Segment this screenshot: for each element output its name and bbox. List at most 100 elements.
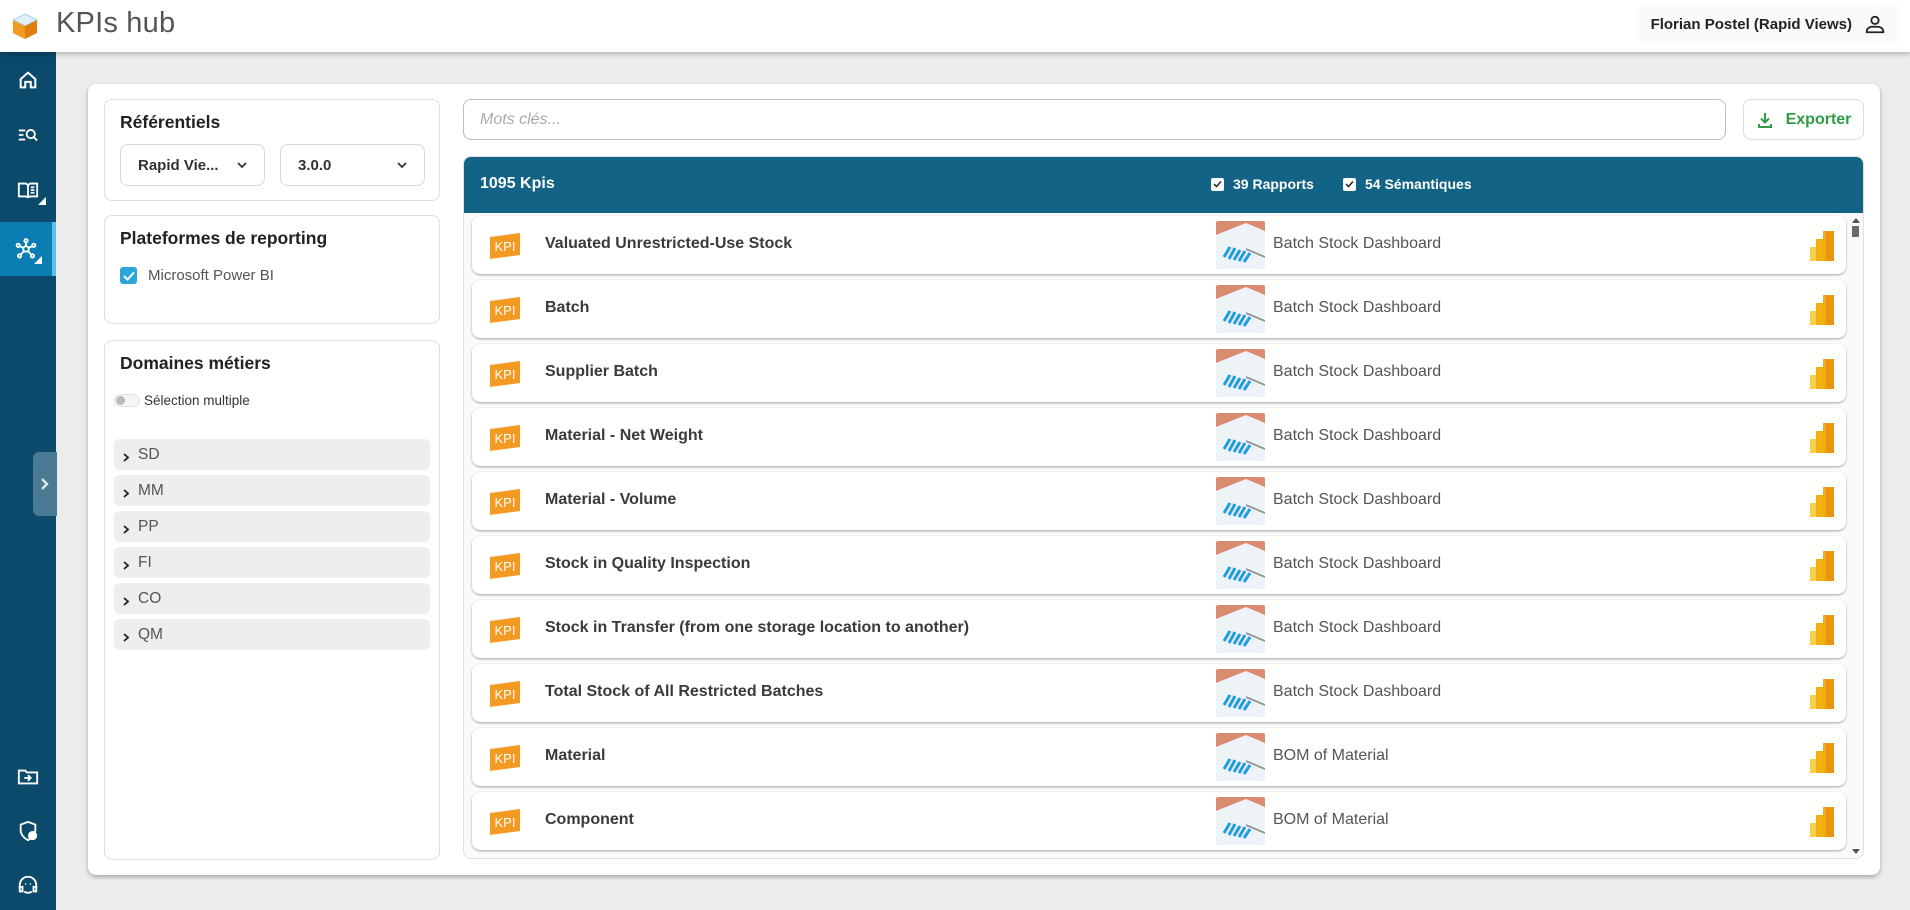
reports-filter-label: 39 Rapports: [1233, 176, 1314, 192]
kpi-row[interactable]: KPI Material BOM of Material: [472, 728, 1846, 786]
svg-text:KPI: KPI: [495, 687, 516, 702]
kpi-rows: KPI Valuated Unrestricted-Use Stock Batc…: [464, 213, 1850, 858]
multi-select-toggle-row[interactable]: Sélection multiple: [114, 393, 250, 408]
chevron-right-icon: [123, 489, 130, 498]
sidebar-item-import[interactable]: [0, 750, 56, 804]
sidebar-item-catalog[interactable]: [0, 163, 56, 217]
report-name: Batch Stock Dashboard: [1273, 427, 1442, 444]
domain-label: FI: [138, 553, 152, 571]
power-bi-icon: [1810, 359, 1834, 389]
kpi-name: Supplier Batch: [545, 363, 658, 380]
checkbox-checked[interactable]: [1211, 177, 1224, 191]
source-select-value: Rapid Vie...: [138, 156, 219, 174]
user-icon: [1865, 15, 1885, 34]
keywords-search-input[interactable]: [463, 99, 1726, 140]
sidebar-item-security[interactable]: [0, 804, 56, 858]
kpi-badge-icon: KPI: [490, 425, 520, 451]
platforms-title: Plateformes de reporting: [120, 228, 328, 248]
reports-filter-checkbox[interactable]: 39 Rapports: [1211, 176, 1314, 192]
export-button[interactable]: Exporter: [1743, 99, 1864, 140]
domain-item[interactable]: QM: [114, 619, 430, 650]
kpi-badge-icon: KPI: [490, 489, 520, 515]
semantics-filter-label: 54 Sémantiques: [1365, 176, 1472, 192]
domain-item[interactable]: MM: [114, 475, 430, 506]
domains-title: Domaines métiers: [120, 353, 271, 373]
svg-text:KPI: KPI: [495, 431, 516, 446]
domain-item[interactable]: SD: [114, 439, 430, 470]
kpi-badge-icon: KPI: [490, 745, 520, 771]
search-list-icon: [18, 129, 38, 142]
domain-item[interactable]: FI: [114, 547, 430, 578]
list-scrollbar[interactable]: [1848, 213, 1863, 858]
kpi-list-header: 1095 Kpis 39 Rapports 54 Sémantiques: [464, 157, 1863, 213]
report-thumbnail-icon: [1216, 221, 1265, 269]
kpi-row[interactable]: KPI Batch Batch Stock Dashboard: [472, 280, 1846, 338]
app-logo-cube-icon: [11, 13, 39, 39]
kpi-row[interactable]: KPI Material - Volume Batch Stock Dashbo…: [472, 472, 1846, 530]
chevron-right-icon: [123, 597, 130, 606]
chevron-right-icon: [123, 453, 130, 462]
report-thumbnail-icon: [1216, 285, 1265, 333]
kpi-row[interactable]: KPI Component BOM of Material: [472, 792, 1846, 850]
kpi-name: Component: [545, 811, 634, 828]
scroll-up-arrow[interactable]: [1852, 218, 1860, 223]
report-name: Batch Stock Dashboard: [1273, 363, 1442, 380]
kpi-row[interactable]: KPI Supplier Batch Batch Stock Dashboard: [472, 344, 1846, 402]
svg-text:KPI: KPI: [495, 367, 516, 382]
kpi-row[interactable]: KPI Stock in Transfer (from one storage …: [472, 600, 1846, 658]
kpi-row[interactable]: KPI Total Stock of All Restricted Batche…: [472, 664, 1846, 722]
sidebar-item-search[interactable]: [0, 108, 56, 162]
multi-select-toggle[interactable]: [114, 394, 140, 407]
shield-user-icon: [19, 820, 38, 842]
domain-item[interactable]: PP: [114, 511, 430, 542]
chevron-right-icon: [41, 478, 49, 490]
kpi-name: Valuated Unrestricted-Use Stock: [545, 235, 793, 252]
power-bi-icon: [1810, 807, 1834, 837]
kpi-row[interactable]: KPI Valuated Unrestricted-Use Stock Batc…: [472, 216, 1846, 274]
top-bar: KPIs hub Florian Postel (Rapid Views): [0, 0, 1910, 52]
kpi-badge-icon: KPI: [490, 233, 520, 259]
svg-text:KPI: KPI: [495, 815, 516, 830]
chevron-down-icon: [237, 162, 247, 169]
domain-item[interactable]: CO: [114, 583, 430, 614]
kpi-badge-icon: KPI: [490, 361, 520, 387]
sidebar-item-home[interactable]: [0, 53, 56, 107]
domain-label: MM: [138, 481, 164, 499]
report-thumbnail-icon: [1216, 477, 1265, 525]
sidebar-item-kpis-hub[interactable]: [0, 222, 56, 276]
kpi-row[interactable]: KPI Stock in Quality Inspection Batch St…: [472, 536, 1846, 594]
svg-text:KPI: KPI: [495, 303, 516, 318]
checkbox-checked[interactable]: [120, 267, 137, 284]
svg-text:KPI: KPI: [495, 751, 516, 766]
version-select-value: 3.0.0: [298, 156, 332, 174]
power-bi-icon: [1810, 423, 1834, 453]
power-bi-icon: [1810, 231, 1834, 261]
checkbox-checked[interactable]: [1343, 177, 1356, 191]
report-name: Batch Stock Dashboard: [1273, 299, 1442, 316]
kpi-row[interactable]: KPI Material - Net Weight Batch Stock Da…: [472, 408, 1846, 466]
chevron-right-icon: [123, 561, 130, 570]
user-menu[interactable]: Florian Postel (Rapid Views): [1636, 4, 1900, 44]
platforms-panel: Plateformes de reporting Microsoft Power…: [104, 215, 440, 324]
domain-label: SD: [138, 445, 160, 463]
scroll-thumb[interactable]: [1852, 226, 1859, 237]
user-name: Florian Postel (Rapid Views): [1650, 15, 1852, 33]
version-select[interactable]: 3.0.0: [280, 144, 425, 186]
book-icon: [17, 182, 39, 199]
semantics-filter-checkbox[interactable]: 54 Sémantiques: [1343, 176, 1472, 192]
report-thumbnail-icon: [1216, 541, 1265, 589]
kpi-badge-icon: KPI: [490, 809, 520, 835]
platform-power-bi-checkbox[interactable]: Microsoft Power BI: [120, 267, 274, 284]
report-thumbnail-icon: [1216, 605, 1265, 653]
kpi-badge-icon: KPI: [490, 681, 520, 707]
expand-panel-button[interactable]: [33, 452, 57, 516]
report-thumbnail-icon: [1216, 797, 1265, 845]
scroll-down-arrow[interactable]: [1852, 849, 1860, 854]
domain-label: QM: [138, 625, 163, 643]
source-select[interactable]: Rapid Vie...: [120, 144, 265, 186]
home-icon: [19, 71, 37, 89]
svg-text:KPI: KPI: [495, 559, 516, 574]
folder-import-icon: [17, 769, 39, 785]
sidebar-item-support[interactable]: [0, 858, 56, 910]
submenu-indicator: [34, 256, 42, 264]
